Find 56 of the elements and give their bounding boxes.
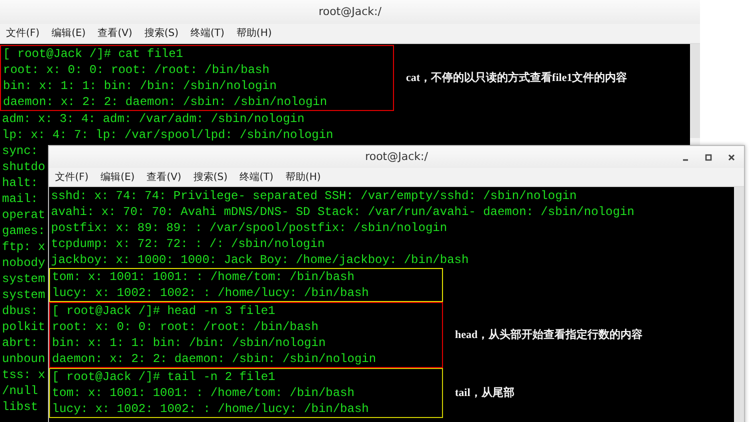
annotation-text: cat，不停的以只读的方式查看file1文件的内容 [406, 70, 628, 86]
terminal-line: ftp: x [1, 239, 46, 255]
terminal-line: sync: [1, 143, 38, 159]
terminal-line: tss: x [1, 367, 46, 383]
terminal-line: shutdo [1, 159, 46, 175]
window-title: root@Jack:/ [365, 148, 428, 165]
terminal-line: libst [1, 399, 38, 415]
menu-item[interactable]: 查看(V) [98, 26, 132, 41]
terminal-line: lucy: x: 1002: 1002: : /home/lucy: /bin/bash [51, 401, 369, 417]
terminal-line: postfix: x: 89: 89: : /var/spool/postfix: /sbin/nologin [50, 220, 448, 236]
menu-item[interactable]: 搜索(S) [144, 26, 178, 41]
menu-item[interactable]: 文件(F) [55, 170, 89, 184]
window-title: root@Jack:/ [318, 4, 382, 20]
terminal-line: bin: x: 1: 1: bin: /bin: /sbin/nologin [2, 78, 277, 94]
terminal-line: adm: x: 3: 4: adm: /var/adm: /sbin/nologin [1, 111, 304, 127]
terminal-line: abrt: [1, 335, 38, 351]
terminal-line: operat [1, 207, 46, 223]
terminal-line: daemon: x: 2: 2: daemon: /sbin: /sbin/nologin [2, 94, 328, 110]
terminal-line: tom: x: 1001: 1001: : /home/tom: /bin/bash [51, 385, 354, 401]
terminal-line: jackboy: x: 1000: 1000: Jack Boy: /home/jackboy: /bin/bash [50, 252, 469, 268]
terminal-line: system [1, 271, 46, 287]
terminal-line: dbus: [1, 303, 38, 319]
maximize-icon[interactable] [704, 153, 713, 162]
terminal-line: polkit [1, 319, 46, 335]
terminal-line: avahi: x: 70: 70: Avahi mDNS/DNS- SD Stack: /var/run/avahi- daemon: /sbin/nologin [50, 204, 634, 220]
close-icon[interactable] [727, 153, 736, 162]
terminal-line: games: [1, 223, 46, 239]
terminal-line: nobody [1, 255, 46, 271]
menu-item[interactable]: 终端(T) [240, 170, 274, 184]
annotation-text: tail，从尾部 [455, 386, 514, 401]
menu-item[interactable]: 帮助(H) [285, 170, 321, 184]
terminal-line: daemon: x: 2: 2: daemon: /sbin: /sbin/nologin [51, 351, 376, 367]
terminal-line: [ root@Jack /]# tail -n 2 file1 [51, 369, 276, 385]
menu-item[interactable]: 查看(V) [146, 170, 182, 184]
menu-item[interactable]: 文件(F) [6, 26, 40, 41]
terminal-line: [ root@Jack /]# cat file1 [2, 46, 184, 62]
terminal-line: lucy: x: 1002: 1002: : /home/lucy: /bin/bash [51, 285, 369, 301]
terminal-line: root: x: 0: 0: root: /root: /bin/bash [51, 319, 318, 335]
terminal-line: unboun [1, 351, 46, 367]
terminal-line: /null [1, 383, 38, 399]
terminal-line: bin: x: 1: 1: bin: /bin: /sbin/nologin [51, 335, 326, 351]
menu-item[interactable]: 编辑(E) [52, 26, 86, 41]
menu-item[interactable]: 搜索(S) [193, 170, 228, 184]
terminal-line: tcpdump: x: 72: 72: : /: /sbin/nologin [50, 236, 325, 252]
menu-item[interactable]: 编辑(E) [100, 170, 135, 184]
terminal-line: tom: x: 1001: 1001: : /home/tom: /bin/bash [51, 269, 354, 285]
annotation-text: head，从头部开始查看指定行数的内容 [455, 328, 643, 343]
terminal-line: sshd: x: 74: 74: Privilege- separated SSH: /var/empty/sshd: /sbin/nologin [50, 188, 577, 204]
terminal-line: mail: [1, 191, 38, 207]
terminal-line: halt: [1, 175, 38, 191]
menu-item[interactable]: 帮助(H) [236, 26, 272, 41]
menu-item[interactable]: 终端(T) [190, 26, 224, 41]
terminal-line: [ root@Jack /]# head -n 3 file1 [51, 303, 276, 319]
terminal-line: root: x: 0: 0: root: /root: /bin/bash [2, 62, 270, 78]
terminal-line: lp: x: 4: 7: lp: /var/spool/lpd: /sbin/nologin [1, 127, 334, 143]
terminal-line: system [1, 287, 46, 303]
